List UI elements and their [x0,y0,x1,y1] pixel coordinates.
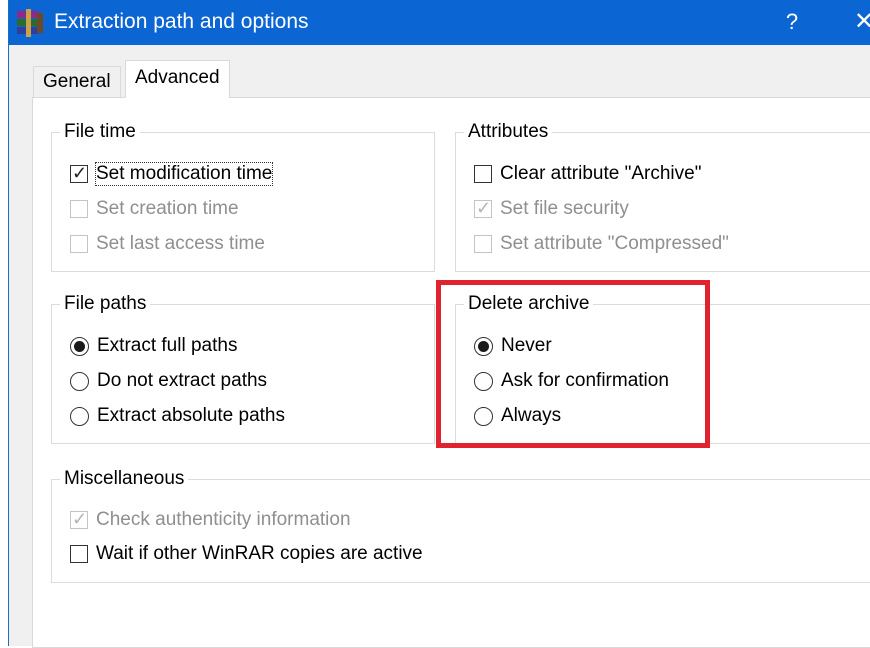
checkmark-icon: ✓ [476,198,492,218]
tab-advanced[interactable]: Advanced [125,60,230,98]
dialog-window: Extraction path and options ? ✕ General … [8,0,870,648]
group-title-miscellaneous: Miscellaneous [60,466,189,492]
radio-extract-full-paths[interactable]: Extract full paths [70,332,237,360]
checkmark-icon: ✓ [72,509,88,529]
checkbox-box[interactable]: ✓ [474,198,492,218]
radio-dot-icon [478,340,489,352]
checkbox-label: Wait if other WinRAR copies are active [96,543,423,564]
group-title-file-time: File time [60,119,140,145]
checkbox-box[interactable]: ✓ [70,509,88,529]
group-delete-archive: Delete archive Never Ask for confirmatio… [455,291,870,444]
radio-do-not-extract-paths[interactable]: Do not extract paths [70,367,267,395]
advanced-panel: File time ✓ Set modification time Set cr… [32,97,870,648]
radio-label: Do not extract paths [97,370,268,391]
tab-strip: General Advanced [21,60,870,98]
radio-button[interactable] [70,336,89,356]
winrar-app-icon [17,9,43,37]
checkbox-set-creation-time[interactable]: Set creation time [70,195,239,223]
radio-extract-absolute-paths[interactable]: Extract absolute paths [70,402,285,430]
checkbox-box[interactable] [70,235,88,253]
tab-general[interactable]: General [33,66,121,97]
checkbox-label: Set attribute "Compressed" [500,233,729,254]
radio-delete-never[interactable]: Never [474,332,552,360]
window-title: Extraction path and options [54,10,309,33]
checkbox-label: Set file security [500,198,629,219]
radio-label: Extract full paths [97,335,238,356]
radio-delete-always[interactable]: Always [474,402,561,430]
radio-label: Extract absolute paths [97,405,285,426]
checkbox-box[interactable] [474,165,492,183]
checkbox-box[interactable] [70,545,88,563]
checkbox-wait-other-copies[interactable]: Wait if other WinRAR copies are active [70,540,423,568]
group-title-attributes: Attributes [464,119,553,145]
title-bar[interactable]: Extraction path and options ? ✕ [9,0,870,45]
radio-button[interactable] [474,336,493,356]
checkbox-label: Check authenticity information [96,509,351,530]
group-file-time: File time ✓ Set modification time Set cr… [51,119,435,272]
radio-button[interactable] [474,406,493,426]
radio-label: Ask for confirmation [501,370,669,391]
radio-label: Always [501,405,562,426]
checkbox-label: Set last access time [96,233,265,254]
group-attributes: Attributes Clear attribute "Archive" ✓ S… [455,119,870,272]
group-title-file-paths: File paths [60,291,151,317]
checkbox-check-authenticity[interactable]: ✓ Check authenticity information [70,506,351,534]
checkbox-label: Set creation time [96,198,239,219]
checkmark-icon: ✓ [72,163,88,183]
help-button[interactable]: ? [777,6,807,38]
checkbox-clear-attribute-archive[interactable]: Clear attribute "Archive" [474,160,701,188]
group-miscellaneous: Miscellaneous ✓ Check authenticity infor… [51,466,870,583]
radio-dot-icon [74,340,85,352]
radio-button[interactable] [70,406,89,426]
checkbox-set-last-access-time[interactable]: Set last access time [70,230,265,258]
checkbox-set-modification-time[interactable]: ✓ Set modification time [70,160,274,188]
checkbox-set-file-security[interactable]: ✓ Set file security [474,195,629,223]
radio-ask-for-confirmation[interactable]: Ask for confirmation [474,367,669,395]
radio-label: Never [501,335,552,356]
radio-button[interactable] [474,371,493,391]
checkbox-label: Clear attribute "Archive" [500,163,702,184]
checkbox-box[interactable] [474,235,492,253]
close-button[interactable]: ✕ [854,6,870,38]
checkbox-label: Set modification time [94,162,274,186]
group-file-paths: File paths Extract full paths Do not ext… [51,291,435,444]
radio-button[interactable] [70,371,89,391]
checkbox-box[interactable]: ✓ [70,163,88,183]
dialog-client: General Advanced File time ✓ Set modific… [9,45,870,648]
checkbox-set-attribute-compressed[interactable]: Set attribute "Compressed" [474,230,729,258]
checkbox-box[interactable] [70,200,88,218]
group-title-delete-archive: Delete archive [464,291,594,317]
